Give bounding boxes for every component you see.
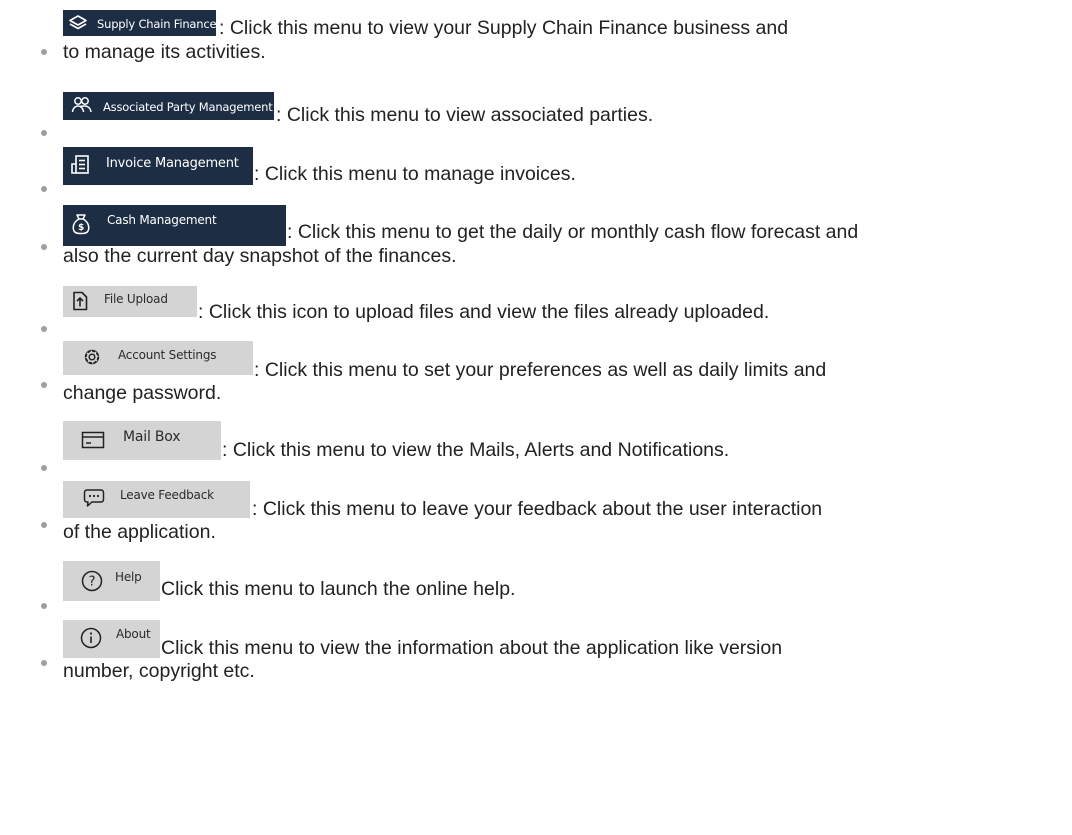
description-line-1: : Click this menu to set your preference… xyxy=(254,359,827,381)
description-line-1: : Click this icon to upload files and vi… xyxy=(198,301,770,323)
menu-label: Cash Management xyxy=(107,213,217,227)
bullet xyxy=(41,465,47,471)
menu-help-page: { "items": [ { "icon": "layers-icon", "l… xyxy=(0,0,1072,835)
associated-party-management-menu-image: Associated Party Management xyxy=(63,92,274,120)
description-line-2: number, copyright etc. xyxy=(63,660,255,682)
users-icon xyxy=(71,97,92,113)
menu-label: Associated Party Management xyxy=(103,100,273,114)
invoice-icon xyxy=(71,155,89,174)
leave-feedback-menu-image: Leave Feedback xyxy=(63,481,250,518)
menu-label: About xyxy=(116,627,151,641)
description-line-2: to manage its activities. xyxy=(63,41,266,63)
description-line-1: : Click this menu to manage invoices. xyxy=(254,163,576,185)
bullet xyxy=(41,244,47,250)
help-menu-image: ? Help xyxy=(63,561,160,601)
svg-text:?: ? xyxy=(89,575,96,590)
about-menu-image: About xyxy=(63,620,160,658)
mail-box-menu-image: Mail Box xyxy=(63,421,221,460)
bullet xyxy=(41,130,47,136)
menu-label: Invoice Management xyxy=(106,156,239,171)
description-line-2: also the current day snapshot of the fin… xyxy=(63,245,457,267)
file-upload-icon xyxy=(73,291,88,311)
description-line-1: : Click this menu to leave your feedback… xyxy=(252,498,823,520)
invoice-management-menu-image: Invoice Management xyxy=(63,147,253,185)
description-line-2: of the application. xyxy=(63,521,216,543)
description-line-1: : Click this menu to view your Supply Ch… xyxy=(219,17,789,39)
svg-text:$: $ xyxy=(78,223,84,233)
file-upload-menu-image: File Upload xyxy=(63,286,197,317)
description-line-1: : Click this menu to view associated par… xyxy=(276,104,654,126)
bullet xyxy=(41,660,47,666)
menu-label: Mail Box xyxy=(123,429,181,445)
menu-label: File Upload xyxy=(104,292,168,306)
bullet xyxy=(41,382,47,388)
bullet xyxy=(41,186,47,192)
menu-label: Supply Chain Finance xyxy=(97,17,216,31)
description-line-1: : Click this menu to view the Mails, Ale… xyxy=(222,439,730,461)
description-line-1: : Click this menu to get the daily or mo… xyxy=(287,221,859,243)
cash-management-menu-image: $ Cash Management xyxy=(63,205,286,246)
description-line-2: change password. xyxy=(63,382,222,404)
chat-bubble-icon xyxy=(83,489,105,507)
account-settings-menu-image: Account Settings xyxy=(63,341,253,375)
menu-label: Leave Feedback xyxy=(120,488,214,502)
supply-chain-finance-menu-image: Supply Chain Finance xyxy=(63,10,216,36)
mail-icon xyxy=(81,431,105,449)
bullet xyxy=(41,603,47,609)
bullet xyxy=(41,49,47,55)
help-icon: ? xyxy=(81,570,103,592)
description-line-1: Click this menu to launch the online hel… xyxy=(161,578,516,600)
bullet xyxy=(41,522,47,528)
bullet xyxy=(41,326,47,332)
description-line-1: Click this menu to view the information … xyxy=(161,637,783,659)
gear-icon xyxy=(84,349,100,365)
menu-label: Help xyxy=(115,570,142,584)
info-icon xyxy=(80,627,102,649)
money-bag-icon: $ xyxy=(72,214,90,235)
layers-icon xyxy=(69,15,87,30)
menu-label: Account Settings xyxy=(118,348,217,362)
